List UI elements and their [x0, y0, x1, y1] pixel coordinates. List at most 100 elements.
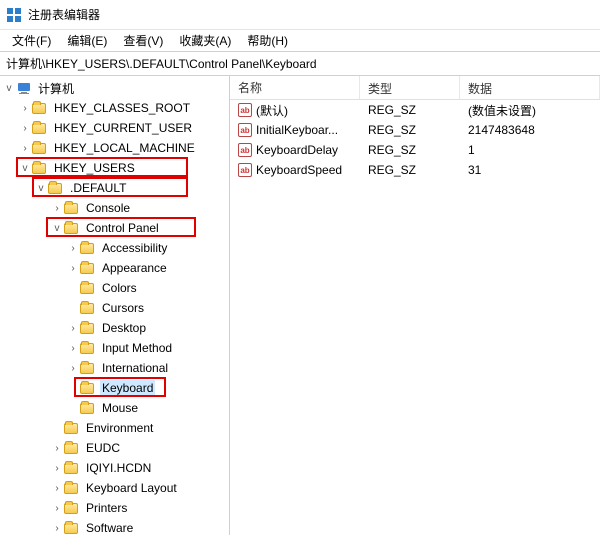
folder-icon: [80, 360, 96, 376]
list-row[interactable]: abInitialKeyboar... REG_SZ 2147483648: [230, 120, 600, 140]
tree-colors[interactable]: Colors: [0, 278, 229, 298]
folder-icon: [80, 320, 96, 336]
tree-label: Input Method: [100, 340, 174, 356]
tree-environment[interactable]: Environment: [0, 418, 229, 438]
expander-icon[interactable]: ›: [66, 243, 80, 254]
tree-control-panel[interactable]: v Control Panel: [0, 218, 229, 238]
expander-icon[interactable]: v: [50, 223, 64, 234]
list-row[interactable]: ab(默认) REG_SZ (数值未设置): [230, 100, 600, 120]
folder-icon: [64, 420, 80, 436]
tree-console[interactable]: › Console: [0, 198, 229, 218]
tree-desktop[interactable]: › Desktop: [0, 318, 229, 338]
tree-keyboard-layout[interactable]: › Keyboard Layout: [0, 478, 229, 498]
folder-icon: [64, 520, 80, 535]
expander-icon[interactable]: ›: [18, 143, 32, 154]
folder-icon: [80, 380, 96, 396]
menu-help[interactable]: 帮助(H): [239, 30, 296, 51]
expander-icon[interactable]: ›: [50, 503, 64, 514]
value-data: 2147483648: [460, 121, 600, 139]
tree-iqiyi[interactable]: › IQIYI.HCDN: [0, 458, 229, 478]
menu-favorites[interactable]: 收藏夹(A): [171, 30, 239, 51]
tree-label: Colors: [100, 280, 139, 296]
tree-hklm[interactable]: › HKEY_LOCAL_MACHINE: [0, 138, 229, 158]
tree-label: 计算机: [36, 79, 76, 98]
tree-software[interactable]: › Software: [0, 518, 229, 535]
tree-label: HKEY_CURRENT_USER: [52, 120, 194, 136]
content: v 计算机 › HKEY_CLASSES_ROOT › HKEY_CURRENT…: [0, 76, 600, 535]
value-type: REG_SZ: [360, 101, 460, 119]
tree-root[interactable]: v 计算机: [0, 78, 229, 98]
expander-icon[interactable]: ›: [50, 203, 64, 214]
string-value-icon: ab: [238, 103, 252, 117]
tree-label: Desktop: [100, 320, 148, 336]
computer-icon: [16, 80, 32, 96]
expander-icon[interactable]: ›: [18, 123, 32, 134]
tree-label: Keyboard Layout: [84, 480, 179, 496]
expander-icon[interactable]: ›: [66, 363, 80, 374]
tree-hku[interactable]: v HKEY_USERS: [0, 158, 229, 178]
menu-file[interactable]: 文件(F): [4, 30, 59, 51]
menu-view[interactable]: 查看(V): [115, 30, 171, 51]
tree-mouse[interactable]: Mouse: [0, 398, 229, 418]
tree-label: Console: [84, 200, 132, 216]
tree-label: IQIYI.HCDN: [84, 460, 153, 476]
folder-icon: [32, 160, 48, 176]
tree-label: HKEY_USERS: [52, 160, 137, 176]
expander-icon[interactable]: ›: [66, 263, 80, 274]
tree-label: Software: [84, 520, 135, 535]
value-list[interactable]: 名称 类型 数据 ab(默认) REG_SZ (数值未设置) abInitial…: [230, 76, 600, 535]
app-icon: [6, 7, 22, 23]
folder-icon: [48, 180, 64, 196]
folder-icon: [64, 480, 80, 496]
tree-label: Environment: [84, 420, 155, 436]
expander-icon[interactable]: ›: [18, 103, 32, 114]
folder-icon: [64, 460, 80, 476]
value-data: 31: [460, 161, 600, 179]
expander-icon[interactable]: v: [2, 83, 16, 94]
tree-view[interactable]: v 计算机 › HKEY_CLASSES_ROOT › HKEY_CURRENT…: [0, 76, 230, 535]
tree-input-method[interactable]: › Input Method: [0, 338, 229, 358]
titlebar: 注册表编辑器: [0, 0, 600, 30]
value-name: KeyboardDelay: [256, 143, 338, 157]
menu-edit[interactable]: 编辑(E): [59, 30, 115, 51]
folder-icon: [80, 300, 96, 316]
expander-icon[interactable]: v: [34, 183, 48, 194]
expander-icon[interactable]: ›: [50, 463, 64, 474]
folder-icon: [80, 400, 96, 416]
tree-keyboard[interactable]: Keyboard: [0, 378, 229, 398]
expander-icon[interactable]: ›: [66, 323, 80, 334]
expander-icon[interactable]: v: [18, 163, 32, 174]
expander-icon[interactable]: ›: [66, 343, 80, 354]
tree-default[interactable]: v .DEFAULT: [0, 178, 229, 198]
tree-label: Keyboard: [100, 380, 155, 396]
tree-label: Accessibility: [100, 240, 169, 256]
tree-accessibility[interactable]: › Accessibility: [0, 238, 229, 258]
value-type: REG_SZ: [360, 141, 460, 159]
col-header-name[interactable]: 名称: [230, 76, 360, 99]
tree-hkcr[interactable]: › HKEY_CLASSES_ROOT: [0, 98, 229, 118]
menubar: 文件(F) 编辑(E) 查看(V) 收藏夹(A) 帮助(H): [0, 30, 600, 52]
tree-cursors[interactable]: Cursors: [0, 298, 229, 318]
tree-international[interactable]: › International: [0, 358, 229, 378]
tree-label: Mouse: [100, 400, 140, 416]
expander-icon[interactable]: ›: [50, 523, 64, 534]
col-header-type[interactable]: 类型: [360, 76, 460, 99]
value-type: REG_SZ: [360, 161, 460, 179]
list-header: 名称 类型 数据: [230, 76, 600, 100]
folder-icon: [80, 240, 96, 256]
address-path: 计算机\HKEY_USERS\.DEFAULT\Control Panel\Ke…: [6, 55, 317, 72]
tree-printers[interactable]: › Printers: [0, 498, 229, 518]
tree-appearance[interactable]: › Appearance: [0, 258, 229, 278]
address-bar[interactable]: 计算机\HKEY_USERS\.DEFAULT\Control Panel\Ke…: [0, 52, 600, 76]
expander-icon[interactable]: ›: [50, 483, 64, 494]
tree-label: Printers: [84, 500, 129, 516]
tree-eudc[interactable]: › EUDC: [0, 438, 229, 458]
expander-icon[interactable]: ›: [50, 443, 64, 454]
tree-label: HKEY_LOCAL_MACHINE: [52, 140, 197, 156]
tree-label: EUDC: [84, 440, 122, 456]
tree-label: Cursors: [100, 300, 146, 316]
tree-hkcu[interactable]: › HKEY_CURRENT_USER: [0, 118, 229, 138]
col-header-data[interactable]: 数据: [460, 76, 600, 99]
list-row[interactable]: abKeyboardSpeed REG_SZ 31: [230, 160, 600, 180]
list-row[interactable]: abKeyboardDelay REG_SZ 1: [230, 140, 600, 160]
